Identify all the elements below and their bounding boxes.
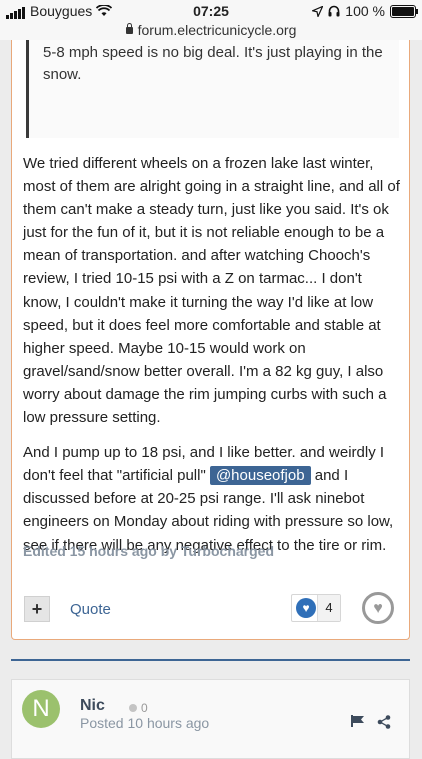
reputation-badge: 0	[129, 701, 148, 715]
quote-button[interactable]: Quote	[70, 601, 111, 618]
url-bar[interactable]: forum.electricunicycle.org	[0, 22, 422, 40]
reaction-count[interactable]: ♥ 4	[291, 594, 341, 622]
reputation-count: 0	[141, 701, 148, 715]
headphones-icon	[328, 5, 340, 17]
battery-icon	[390, 4, 418, 18]
status-bar: Bouygues 07:25 100 %	[0, 0, 422, 22]
blockquote: 5-8 mph speed is no big deal. It's just …	[26, 40, 399, 138]
next-post-card: N Nic 0 Posted 10 hours ago	[11, 679, 410, 759]
posted-time: Posted 10 hours ago	[80, 715, 210, 731]
mention-link[interactable]: @houseofjob	[209, 466, 311, 486]
quote-text: 5-8 mph speed is no big deal. It's just …	[43, 44, 383, 83]
post-paragraph: We tried different wheels on a frozen la…	[23, 155, 400, 427]
post-paragraph: And I pump up to 18 psi, and I like bett…	[23, 441, 401, 556]
post-body: We tried different wheels on a frozen la…	[23, 152, 401, 569]
heart-outline-icon: ♥	[373, 600, 383, 617]
post-card: 5-8 mph speed is no big deal. It's just …	[11, 40, 410, 640]
status-right: 100 %	[312, 3, 418, 19]
reputation-dot-icon	[129, 704, 137, 712]
edited-note: Edited 15 hours ago by Turbocharged	[23, 543, 274, 559]
reaction-number: 4	[317, 595, 340, 621]
post-actions: + Quote ♥ 4 ♥	[12, 580, 409, 635]
multiquote-button[interactable]: +	[24, 596, 50, 622]
heart-icon: ♥	[296, 598, 316, 618]
react-button[interactable]: ♥	[362, 592, 394, 624]
battery-percent: 100 %	[345, 3, 385, 19]
share-icon[interactable]	[377, 715, 391, 729]
lock-icon	[125, 23, 133, 34]
location-arrow-icon	[312, 5, 324, 17]
flag-icon[interactable]	[351, 715, 365, 727]
url-host: forum.electricunicycle.org	[137, 22, 297, 38]
avatar[interactable]: N	[22, 690, 60, 728]
author-name[interactable]: Nic	[80, 697, 105, 715]
divider	[11, 659, 410, 661]
